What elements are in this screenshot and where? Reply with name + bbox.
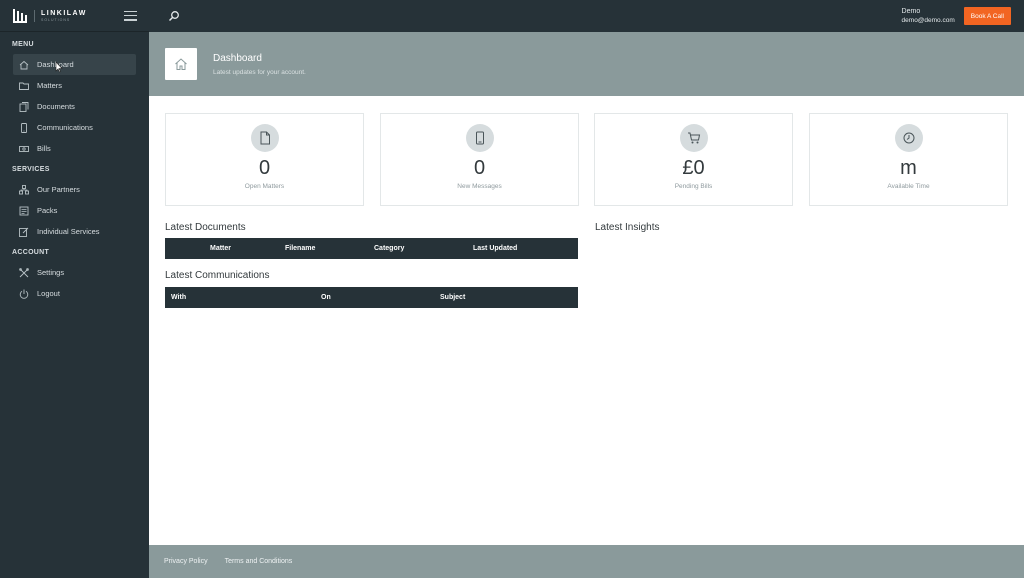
sidebar-item-label: Logout (37, 289, 60, 298)
user-info[interactable]: Demo demo@demo.com (902, 8, 955, 24)
stat-label: Available Time (887, 183, 930, 190)
documents-icon (19, 101, 29, 112)
tools-icon (19, 267, 29, 277)
sidebar-item-logout[interactable]: Logout (13, 283, 136, 304)
stat-value: £0 (682, 157, 705, 179)
partners-icon (19, 184, 29, 194)
money-icon (19, 144, 29, 153)
page-title: Dashboard (213, 52, 262, 64)
folder-icon (19, 81, 29, 90)
column-header-subject[interactable]: Subject (440, 287, 465, 308)
column-header-matter[interactable]: Matter (210, 238, 231, 259)
stat-card-open-matters[interactable]: 0 Open Matters (165, 113, 364, 206)
documents-table-header: Matter Filename Category Last Updated (165, 238, 578, 259)
sidebar-item-label: Matters (37, 81, 63, 90)
terms-and-conditions-link[interactable]: Terms and Conditions (225, 558, 293, 565)
clock-icon (894, 124, 923, 152)
search-icon[interactable] (165, 7, 183, 25)
footer: Privacy Policy Terms and Conditions (149, 545, 1024, 578)
menu-toggle-icon[interactable] (124, 10, 137, 21)
sidebar-item-matters[interactable]: Matters (13, 75, 136, 96)
stat-card-new-messages[interactable]: 0 New Messages (380, 113, 579, 206)
stat-card-pending-bills[interactable]: £0 Pending Bills (594, 113, 793, 206)
mobile-icon (465, 124, 494, 152)
privacy-policy-link[interactable]: Privacy Policy (164, 558, 208, 565)
communications-table-header: With On Subject (165, 287, 578, 308)
column-header-with[interactable]: With (171, 287, 186, 308)
mouse-cursor-icon (55, 60, 63, 73)
section-label-services: SERVICES (12, 166, 50, 173)
stat-label: Open Matters (244, 183, 285, 190)
stat-value: m (900, 157, 917, 179)
sidebar-item-individual-services[interactable]: Individual Services (13, 221, 136, 242)
sidebar-item-our-partners[interactable]: Our Partners (13, 179, 136, 200)
sidebar-item-label: Settings (37, 268, 65, 277)
logo[interactable]: LINKILAW SOLUTIONS (12, 8, 87, 24)
column-header-filename[interactable]: Filename (285, 238, 315, 259)
latest-insights-title: Latest Insights (595, 222, 660, 233)
cart-icon (679, 124, 708, 152)
sidebar-header: LINKILAW SOLUTIONS (0, 0, 149, 32)
sidebar-item-communications[interactable]: Communications (13, 117, 136, 138)
edit-icon (19, 227, 29, 237)
sidebar-item-label: Communications (37, 123, 93, 132)
sidebar-item-settings[interactable]: Settings (13, 262, 136, 283)
latest-documents-title: Latest Documents (165, 222, 246, 233)
page-header: Dashboard Latest updates for your accoun… (149, 32, 1024, 96)
phone-icon (19, 122, 29, 133)
sidebar-item-label: Individual Services (37, 227, 100, 236)
sidebar-item-label: Packs (37, 206, 58, 215)
sidebar-item-packs[interactable]: Packs (13, 200, 136, 221)
user-name: Demo (901, 8, 921, 15)
section-label-menu: MENU (12, 41, 34, 48)
stat-value: 0 (258, 157, 271, 179)
latest-communications-title: Latest Communications (165, 270, 270, 281)
column-header-on[interactable]: On (321, 287, 331, 308)
packs-icon (19, 206, 29, 215)
sidebar-item-dashboard[interactable]: Dashboard (13, 54, 136, 75)
logo-title: LINKILAW (41, 9, 87, 17)
stat-value: 0 (473, 157, 486, 179)
sidebar-item-bills[interactable]: Bills (13, 138, 136, 159)
sidebar-item-documents[interactable]: Documents (13, 96, 136, 117)
column-header-last-updated[interactable]: Last Updated (473, 238, 517, 259)
stat-label: Pending Bills (674, 183, 713, 190)
sidebar: LINKILAW SOLUTIONS MENU Dashboard Matter… (0, 0, 149, 578)
book-a-call-button[interactable]: Book A Call (963, 7, 1011, 25)
logo-mark-icon (12, 8, 28, 24)
home-icon (19, 60, 29, 69)
sidebar-item-label: Bills (37, 144, 51, 153)
column-header-category[interactable]: Category (374, 238, 404, 259)
section-label-account: ACCOUNT (12, 249, 50, 256)
home-icon (165, 48, 197, 80)
power-icon (19, 289, 29, 299)
sidebar-item-label: Our Partners (37, 185, 80, 194)
topbar: Demo demo@demo.com Book A Call (149, 0, 1024, 32)
sidebar-item-label: Documents (37, 102, 75, 111)
stat-card-available-time[interactable]: m Available Time (809, 113, 1008, 206)
logo-subtitle: SOLUTIONS (41, 17, 71, 22)
file-icon (250, 124, 279, 152)
stat-label: New Messages (457, 183, 502, 190)
page-subtitle: Latest updates for your account. (213, 68, 306, 76)
user-email: demo@demo.com (901, 17, 955, 24)
